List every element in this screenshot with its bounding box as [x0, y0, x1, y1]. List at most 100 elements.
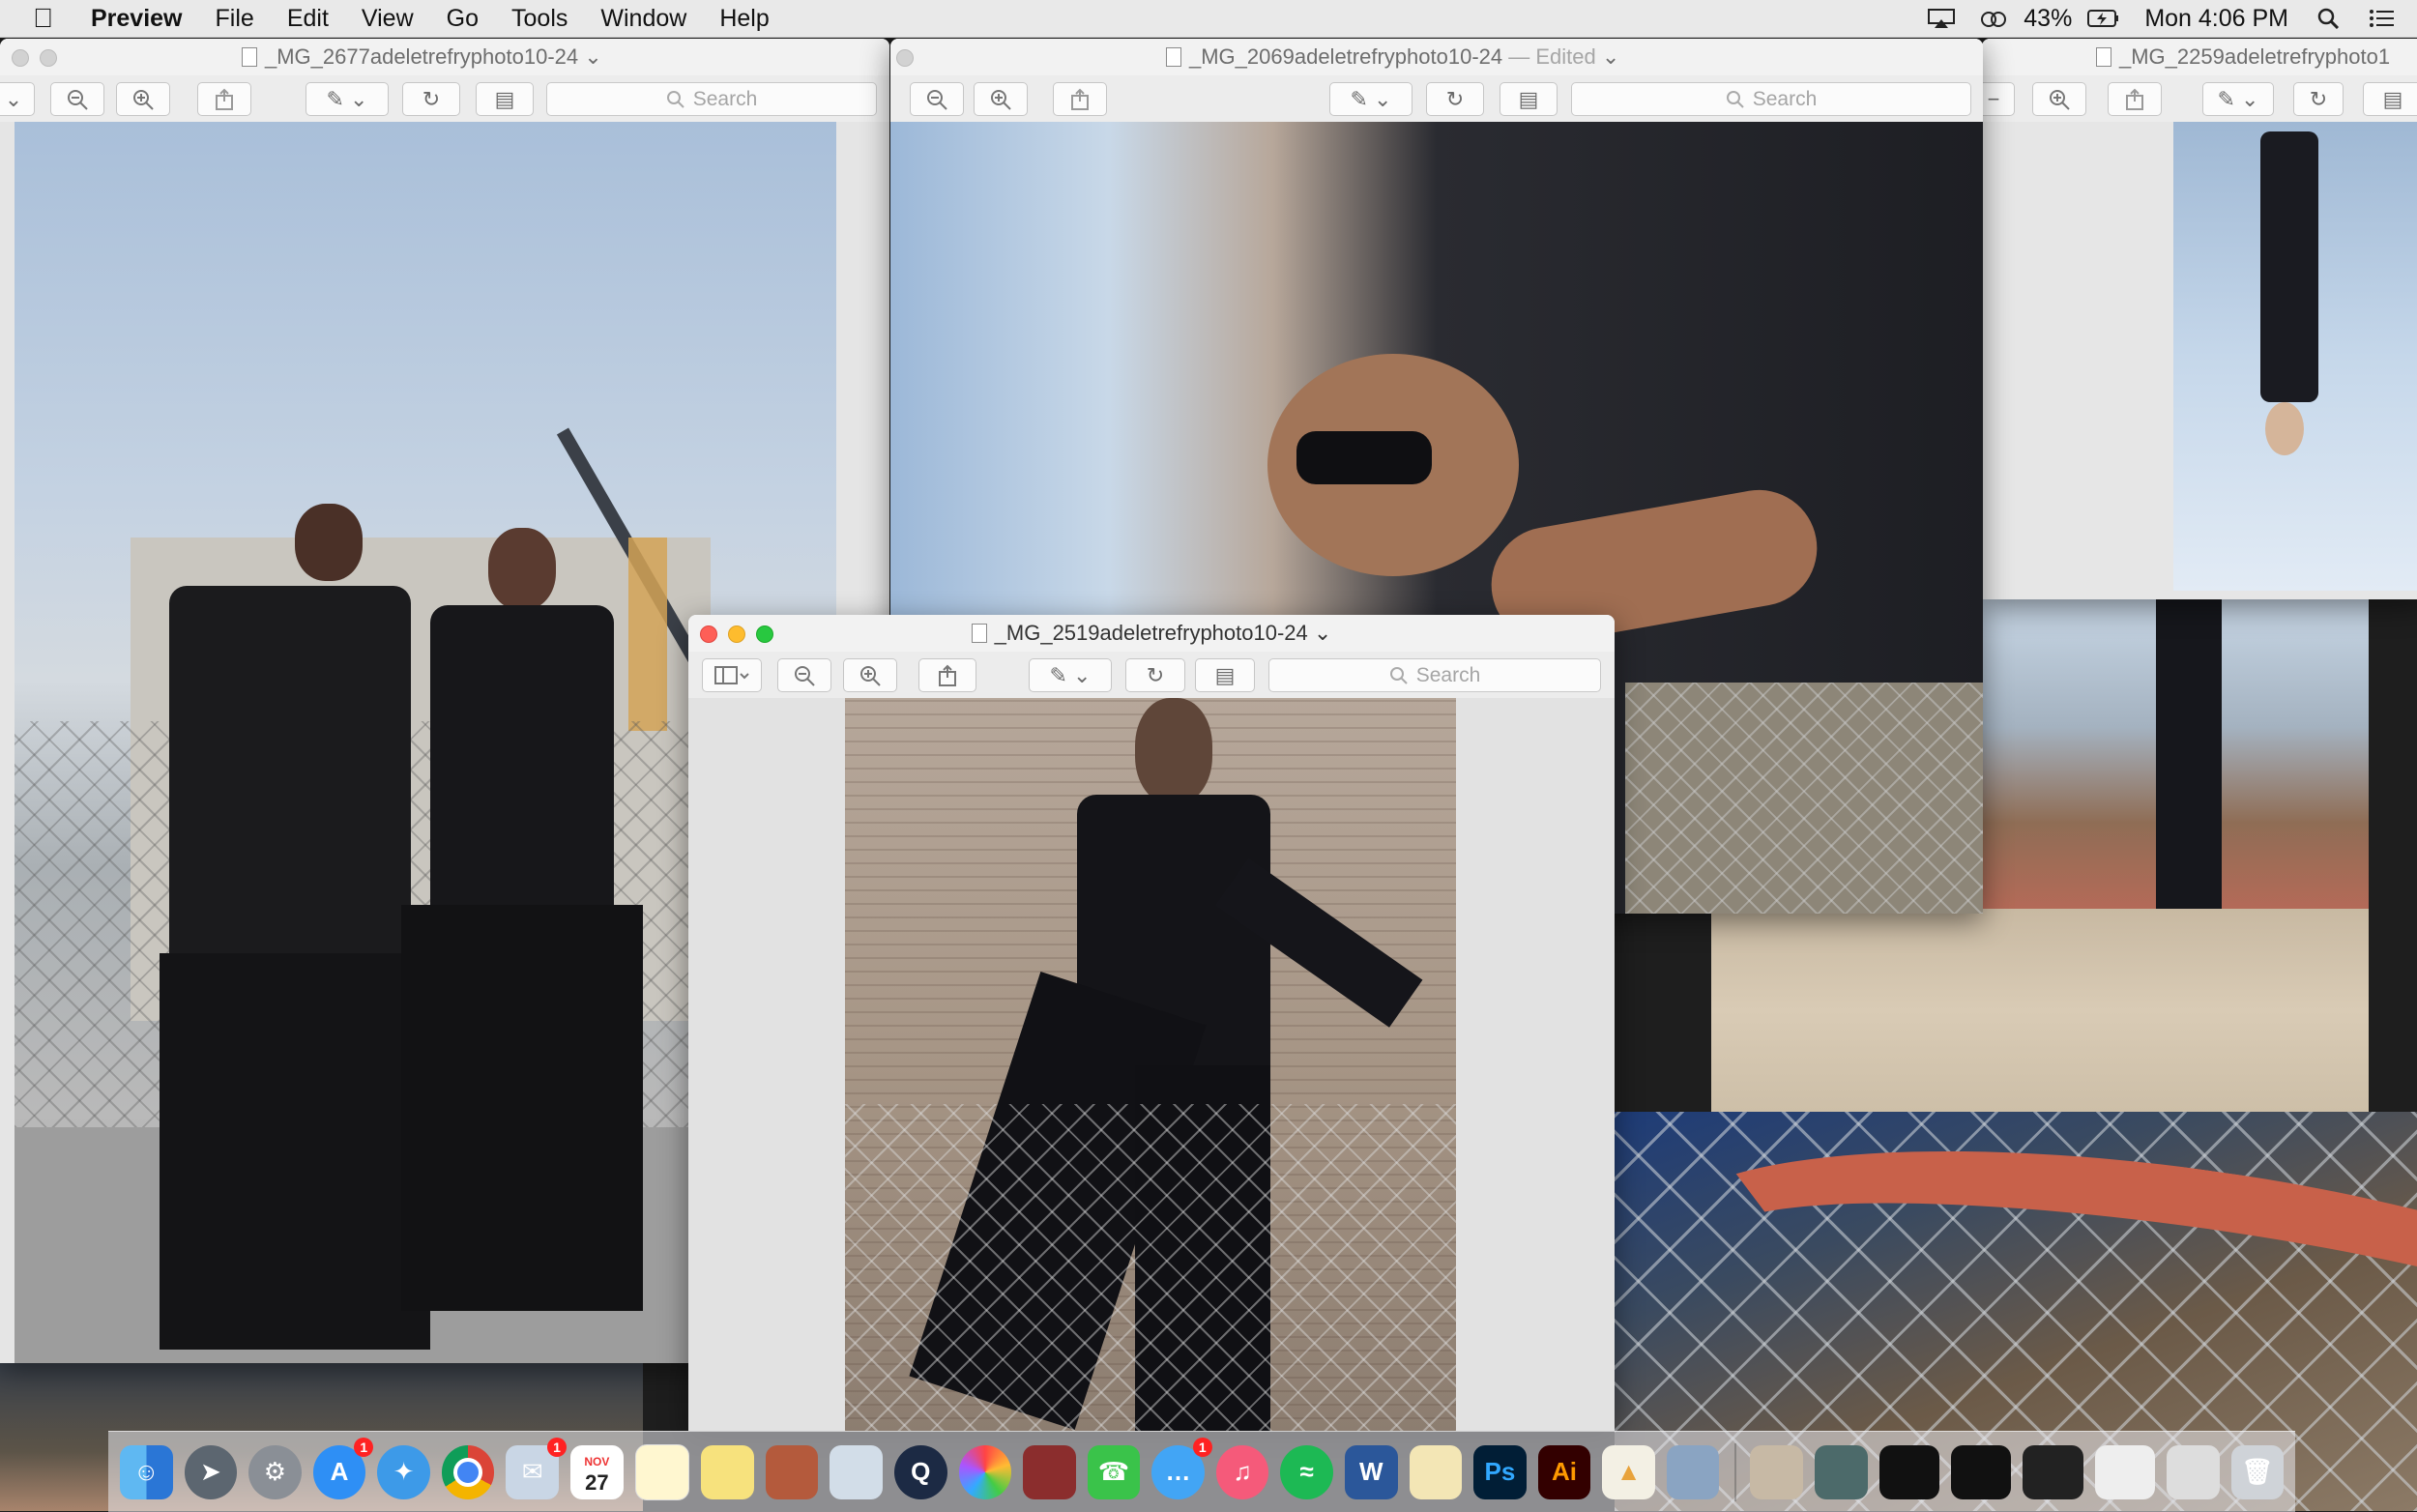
window-title-bar[interactable]: _MG_2677adeletrefryphoto10-24 ⌄: [0, 39, 889, 75]
markup-button[interactable]: ✎ ⌄: [2202, 82, 2274, 116]
app-menu[interactable]: Preview: [74, 0, 199, 37]
minimize-button[interactable]: [728, 625, 745, 643]
menu-edit[interactable]: Edit: [271, 0, 345, 37]
markup-button[interactable]: ✎ ⌄: [1329, 82, 1412, 116]
preview-window-right[interactable]: _MG_2259adeletrefryphoto1 − ✎ ⌄ ↻ ▤: [1982, 39, 2417, 599]
photo-booth-icon[interactable]: [1023, 1444, 1076, 1499]
toolbar: ⌄ ✎ ⌄ ↻ ▤ Search: [0, 75, 889, 123]
share-button[interactable]: [2108, 82, 2162, 116]
share-button[interactable]: [197, 82, 251, 116]
minimized-window-icon[interactable]: [1950, 1444, 2012, 1499]
apple-menu-icon[interactable]: : [0, 0, 74, 37]
zoom-button[interactable]: [756, 625, 773, 643]
markup-button[interactable]: ✎ ⌄: [306, 82, 389, 116]
close-button[interactable]: [700, 625, 717, 643]
menu-window[interactable]: Window: [584, 0, 703, 37]
spotify-icon[interactable]: ≈: [1280, 1444, 1333, 1499]
notification-center-icon[interactable]: [2369, 8, 2398, 29]
zoom-out-button[interactable]: [50, 82, 104, 116]
itunes-icon[interactable]: ♫: [1215, 1444, 1269, 1499]
photoshop-icon[interactable]: Ps: [1473, 1444, 1527, 1499]
finder-icon[interactable]: ☺: [120, 1444, 173, 1499]
rotate-button[interactable]: ↻: [402, 82, 460, 116]
notes-icon[interactable]: [634, 1443, 690, 1500]
share-icon: [216, 88, 233, 110]
calendar-icon[interactable]: NOV 27: [570, 1444, 624, 1499]
illustrator-icon[interactable]: Ai: [1537, 1444, 1591, 1499]
document-view[interactable]: [688, 698, 1615, 1431]
dock-document-icon[interactable]: [1814, 1444, 1868, 1499]
airplay-icon[interactable]: [1927, 8, 1956, 29]
zoom-in-button[interactable]: [2032, 82, 2086, 116]
sidebar-button[interactable]: ⌄: [0, 82, 35, 116]
window-title-bar[interactable]: _MG_2259adeletrefryphoto1: [1982, 39, 2417, 75]
chevron-down-icon[interactable]: ⌄: [1602, 44, 1619, 69]
image-capture-icon[interactable]: [1666, 1444, 1720, 1499]
toolbox-button[interactable]: ▤: [476, 82, 534, 116]
document-view[interactable]: [1982, 122, 2417, 599]
clock[interactable]: Mon 4:06 PM: [2128, 0, 2305, 37]
zoom-in-button[interactable]: [843, 658, 897, 692]
minimize-button[interactable]: [40, 49, 57, 67]
share-button[interactable]: [1053, 82, 1107, 116]
chrome-icon[interactable]: [441, 1444, 495, 1499]
photos-icon[interactable]: [958, 1444, 1012, 1499]
app-store-icon[interactable]: A1: [312, 1437, 374, 1499]
close-button[interactable]: [896, 49, 914, 67]
menu-file[interactable]: File: [199, 0, 271, 37]
window-title: _MG_2259adeletrefryphoto1: [2119, 44, 2391, 69]
menu-go[interactable]: Go: [430, 0, 495, 37]
search-field[interactable]: Search: [1268, 658, 1601, 692]
vlc-icon[interactable]: ▲: [1602, 1444, 1655, 1499]
minimized-window-icon[interactable]: [2167, 1444, 2220, 1499]
dock-document-icon[interactable]: [1750, 1444, 1803, 1499]
toolbox-button[interactable]: ▤: [2363, 82, 2417, 116]
minimized-window-icon[interactable]: [1878, 1444, 1939, 1499]
markup-button[interactable]: ✎ ⌄: [1029, 658, 1112, 692]
window-title-bar[interactable]: _MG_2519adeletrefryphoto10-24 ⌄: [688, 615, 1615, 652]
share-button[interactable]: [918, 658, 976, 692]
stickies-icon[interactable]: [701, 1444, 754, 1499]
battery-charging-icon[interactable]: [2087, 8, 2119, 29]
close-button[interactable]: [12, 49, 29, 67]
spotlight-search-icon[interactable]: [2316, 8, 2345, 30]
word-icon[interactable]: W: [1344, 1444, 1398, 1499]
zoom-in-button[interactable]: [974, 82, 1028, 116]
window-title-bar[interactable]: _MG_2069adeletrefryphoto10-24 — Edited ⌄: [890, 39, 1983, 75]
zoom-out-button[interactable]: [777, 658, 831, 692]
menu-view[interactable]: View: [345, 0, 430, 37]
messages-icon[interactable]: … 1: [1151, 1437, 1212, 1499]
chevron-down-icon[interactable]: ⌄: [584, 44, 601, 69]
creative-cloud-icon[interactable]: [1979, 8, 2008, 29]
rotate-button[interactable]: ↻: [1426, 82, 1484, 116]
document-icon: [971, 624, 987, 643]
rotate-button[interactable]: ↻: [1125, 658, 1185, 692]
menu-tools[interactable]: Tools: [495, 0, 584, 37]
menu-help[interactable]: Help: [703, 0, 785, 37]
preview-window-front[interactable]: _MG_2519adeletrefryphoto10-24 ⌄ ✎ ⌄ ↻ ▤ …: [688, 615, 1615, 1431]
quicktime-icon[interactable]: Q: [893, 1444, 947, 1499]
zoom-out-button[interactable]: [910, 82, 964, 116]
sidebar-button[interactable]: [702, 658, 762, 692]
toolbox-button[interactable]: ▤: [1195, 658, 1255, 692]
search-field[interactable]: Search: [1571, 82, 1971, 116]
facetime-icon[interactable]: ☎: [1087, 1444, 1141, 1499]
preview-app-icon[interactable]: [830, 1444, 883, 1499]
trash-icon[interactable]: 🗑: [2230, 1444, 2285, 1499]
battery-percentage: 43%: [2024, 5, 2073, 32]
zoom-in-button[interactable]: [116, 82, 170, 116]
search-field[interactable]: Search: [546, 82, 877, 116]
system-preferences-icon[interactable]: ⚙: [248, 1444, 302, 1499]
rotate-button[interactable]: ↻: [2293, 82, 2344, 116]
window-title: _MG_2677adeletrefryphoto10-24: [265, 44, 579, 69]
minimized-window-icon[interactable]: [2023, 1444, 2083, 1499]
minimized-window-icon[interactable]: [2094, 1444, 2156, 1499]
calculator-icon[interactable]: [765, 1444, 819, 1499]
toolbox-button[interactable]: ▤: [1500, 82, 1558, 116]
mail-icon[interactable]: ✉ 1: [506, 1437, 568, 1499]
safari-icon[interactable]: ✦: [377, 1444, 430, 1499]
script-editor-icon[interactable]: [1409, 1444, 1463, 1499]
launchpad-icon[interactable]: ➤: [184, 1444, 238, 1499]
zoom-out-button[interactable]: −: [1982, 82, 2015, 116]
chevron-down-icon[interactable]: ⌄: [1314, 621, 1331, 645]
